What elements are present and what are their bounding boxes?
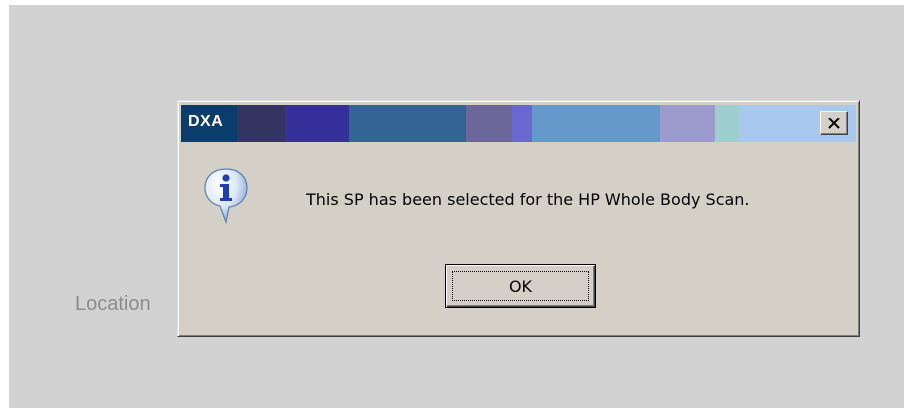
close-button[interactable] — [820, 111, 848, 135]
message-dialog: DXA This SP has been selected for the HP… — [177, 100, 860, 337]
title-band — [715, 105, 739, 142]
dialog-title: DXA — [188, 113, 224, 130]
ok-button[interactable]: OK — [445, 264, 596, 308]
title-band — [285, 105, 349, 142]
title-band — [237, 105, 285, 142]
ok-button-label: OK — [508, 276, 533, 296]
information-icon — [204, 168, 248, 224]
title-band — [532, 105, 660, 142]
title-band — [466, 105, 512, 142]
title-band — [349, 105, 466, 142]
title-band — [512, 105, 532, 142]
location-label: Location — [75, 293, 151, 315]
title-bar[interactable]: DXA — [181, 105, 856, 142]
close-icon — [828, 117, 840, 129]
dialog-message: This SP has been selected for the HP Who… — [306, 190, 750, 209]
title-band — [660, 105, 715, 142]
